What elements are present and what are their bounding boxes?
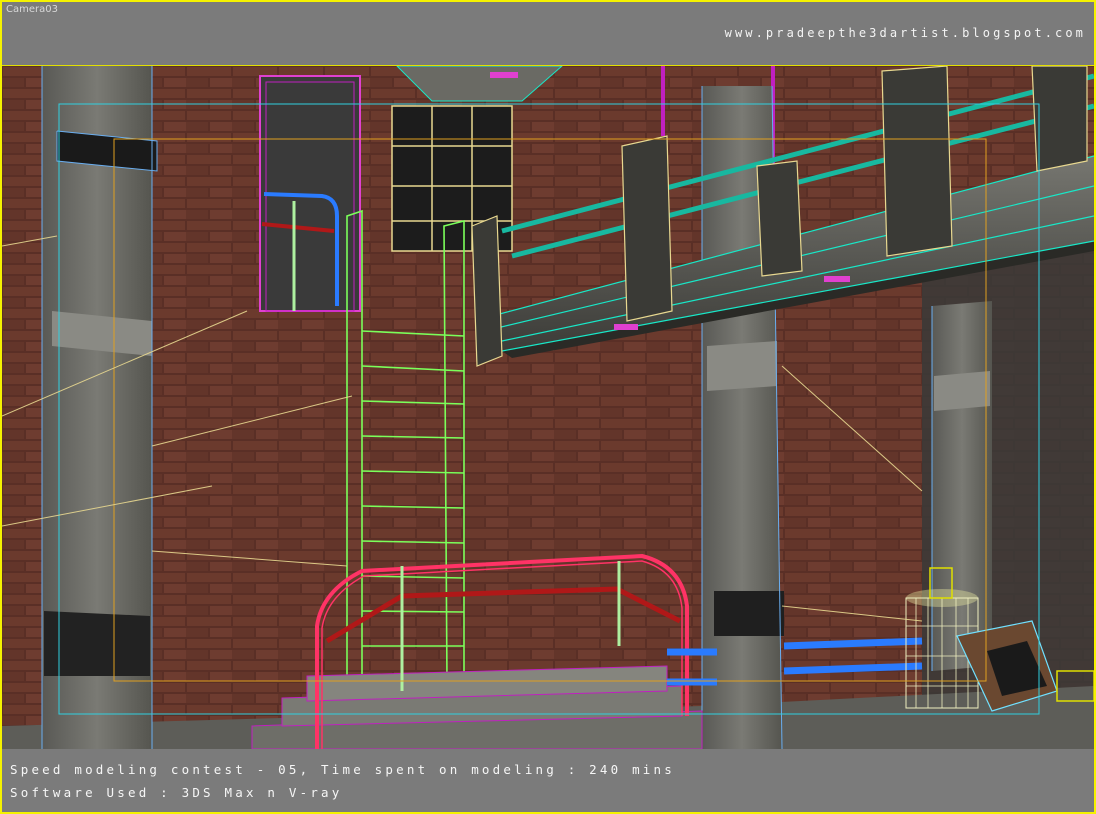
steps: [251, 665, 703, 749]
viewport-bottom-bar: Speed modeling contest - 05, Time spent …: [2, 749, 1094, 812]
caption-software: Software Used : 3DS Max n V-ray: [10, 785, 343, 800]
viewport-top-bar: Camera03 www.pradeepthe3dartist.blogspot…: [2, 2, 1094, 65]
watermark-url: www.pradeepthe3dartist.blogspot.com: [724, 26, 1086, 40]
camera-label[interactable]: Camera03: [6, 4, 58, 15]
3d-viewport[interactable]: [2, 65, 1094, 750]
caption-contest-info: Speed modeling contest - 05, Time spent …: [10, 762, 675, 777]
viewport-frame: Camera03 www.pradeepthe3dartist.blogspot…: [0, 0, 1096, 814]
right-pillar: [931, 301, 992, 671]
scene-render: [2, 66, 1094, 749]
